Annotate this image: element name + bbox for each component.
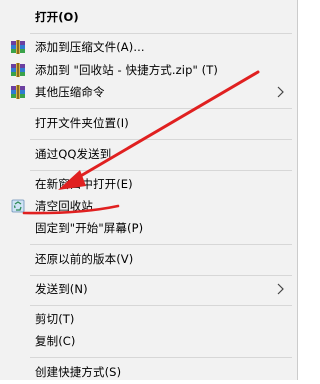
menu-item-open-new-window[interactable]: 在新窗口中打开(E) bbox=[0, 172, 297, 196]
menu-item-label: 复制(C) bbox=[35, 334, 76, 348]
menu-item-label: 剪切(T) bbox=[35, 312, 75, 326]
menu-item-other-compress[interactable]: 其他压缩命令 bbox=[0, 80, 297, 104]
archive-icon bbox=[10, 84, 26, 100]
menu-item-label: 添加到压缩文件(A)... bbox=[35, 40, 145, 54]
menu-item-label: 清空回收站 bbox=[35, 199, 93, 213]
menu-item-label: 创建快捷方式(S) bbox=[35, 365, 122, 379]
menu-item-label: 通过QQ发送到 bbox=[35, 147, 112, 161]
menu-item-send-via-qq[interactable]: 通过QQ发送到 bbox=[0, 142, 297, 166]
menu-item-open-folder-location[interactable]: 打开文件夹位置(I) bbox=[0, 111, 297, 135]
menu-item-open[interactable]: 打开(O) bbox=[0, 5, 297, 29]
menu-item-create-shortcut[interactable]: 创建快捷方式(S) bbox=[0, 360, 297, 384]
menu-item-label: 在新窗口中打开(E) bbox=[35, 177, 133, 191]
menu-separator bbox=[30, 275, 292, 276]
menu-item-pin-to-start[interactable]: 固定到"开始"屏幕(P) bbox=[0, 216, 297, 240]
menu-item-label: 打开(O) bbox=[35, 10, 79, 24]
menu-item-label: 发送到(N) bbox=[35, 282, 88, 296]
menu-item-send-to[interactable]: 发送到(N) bbox=[0, 277, 297, 301]
chevron-right-icon bbox=[277, 86, 285, 98]
menu-item-copy[interactable]: 复制(C) bbox=[0, 329, 297, 353]
menu-item-label: 固定到"开始"屏幕(P) bbox=[35, 221, 144, 235]
menu-item-add-to-zip[interactable]: 添加到 "回收站 - 快捷方式.zip" (T) bbox=[0, 58, 297, 82]
menu-item-empty-recycle-bin[interactable]: 清空回收站 bbox=[0, 194, 297, 218]
menu-item-restore-previous-versions[interactable]: 还原以前的版本(V) bbox=[0, 247, 297, 271]
menu-item-label: 打开文件夹位置(I) bbox=[35, 116, 129, 130]
archive-icon bbox=[10, 39, 26, 55]
menu-item-label: 还原以前的版本(V) bbox=[35, 252, 134, 266]
menu-separator bbox=[30, 305, 292, 306]
archive-icon bbox=[10, 62, 26, 78]
menu-separator bbox=[30, 108, 292, 109]
menu-separator bbox=[30, 244, 292, 245]
context-menu: 打开(O) 添加到压缩文件(A)... 添加到 "回收站 - 快捷方式.zip"… bbox=[0, 0, 298, 380]
menu-separator bbox=[30, 170, 292, 171]
menu-item-add-to-archive[interactable]: 添加到压缩文件(A)... bbox=[0, 35, 297, 59]
menu-separator bbox=[30, 357, 292, 358]
menu-item-label: 添加到 "回收站 - 快捷方式.zip" (T) bbox=[35, 63, 218, 77]
menu-separator bbox=[30, 139, 292, 140]
recycle-bin-icon bbox=[10, 198, 26, 214]
menu-item-cut[interactable]: 剪切(T) bbox=[0, 307, 297, 331]
menu-item-label: 其他压缩命令 bbox=[35, 85, 105, 99]
menu-separator bbox=[30, 33, 292, 34]
chevron-right-icon bbox=[277, 283, 285, 295]
